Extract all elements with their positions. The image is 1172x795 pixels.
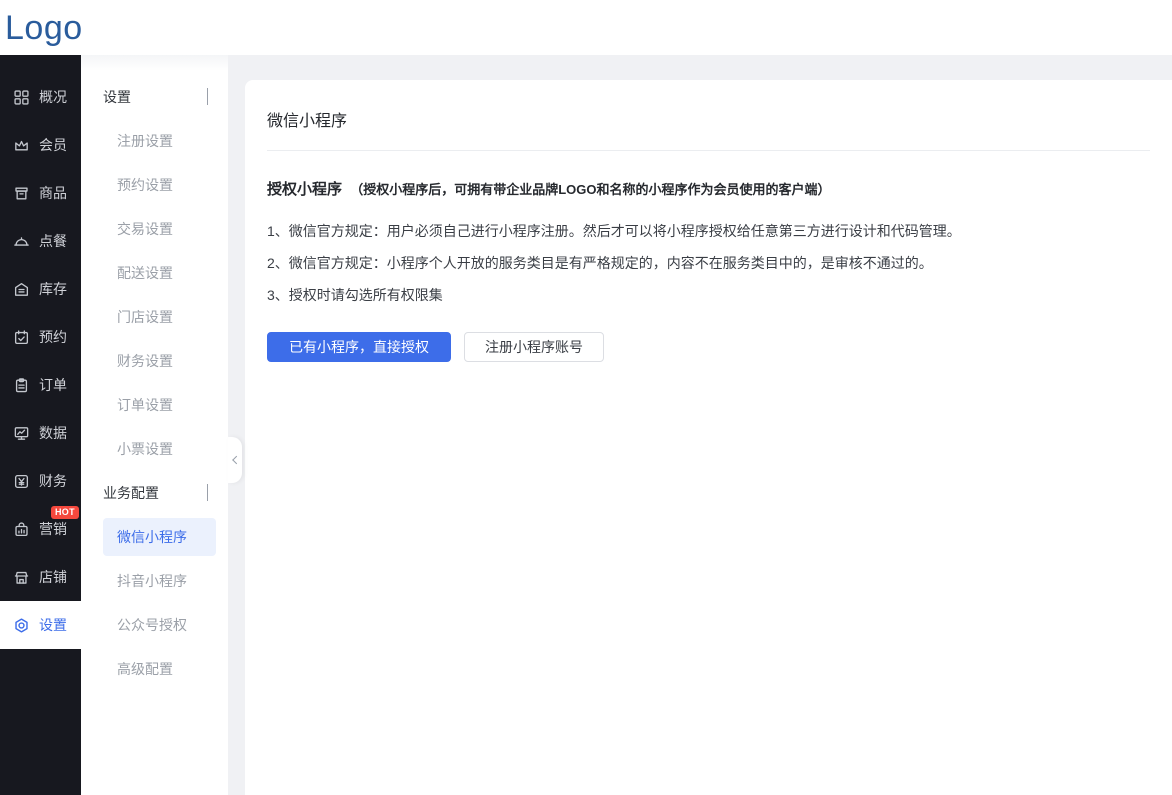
submenu-item-wechat-miniprogram[interactable]: 微信小程序 <box>103 518 216 556</box>
yen-square-icon <box>13 473 30 490</box>
chevron-left-icon <box>232 456 240 464</box>
section-heading-note: （授权小程序后，可拥有带企业品牌LOGO和名称的小程序作为会员使用的客户端） <box>350 182 830 197</box>
main-panel: 微信小程序 授权小程序 （授权小程序后，可拥有带企业品牌LOGO和名称的小程序作… <box>245 80 1172 795</box>
sidebar-item-reservation[interactable]: 预约 <box>0 313 81 361</box>
submenu-item-reservation-settings[interactable]: 预约设置 <box>81 163 228 207</box>
submenu-group-label: 设置 <box>103 87 131 107</box>
sidebar-item-label: 设置 <box>39 615 67 635</box>
title-divider <box>267 150 1150 151</box>
submenu-item-label: 微信小程序 <box>117 527 187 547</box>
bag-chart-icon <box>13 521 30 538</box>
section-heading: 授权小程序 （授权小程序后，可拥有带企业品牌LOGO和名称的小程序作为会员使用的… <box>267 178 1150 199</box>
calendar-check-icon <box>13 329 30 346</box>
submenu-item-label: 财务设置 <box>117 351 173 371</box>
submenu-item-finance-settings[interactable]: 财务设置 <box>81 339 228 383</box>
inventory-icon <box>13 281 30 298</box>
sidebar-item-members[interactable]: 会员 <box>0 121 81 169</box>
sidebar-item-label: 商品 <box>39 183 67 203</box>
submenu-item-label: 交易设置 <box>117 219 173 239</box>
sidebar-item-label: 点餐 <box>39 231 67 251</box>
monitor-chart-icon <box>13 425 30 442</box>
sidebar-item-finance[interactable]: 财务 <box>0 457 81 505</box>
storefront-icon <box>13 569 30 586</box>
instruction-item: 1、微信官方规定：用户必须自己进行小程序注册。然后才可以将小程序授权给任意第三方… <box>267 221 1150 241</box>
sidebar-item-marketing[interactable]: 营销 HOT <box>0 505 81 553</box>
submenu-item-order-settings[interactable]: 订单设置 <box>81 383 228 427</box>
submenu-item-label: 配送设置 <box>117 263 173 283</box>
app-body: 概况 会员 商品 点餐 <box>0 55 1172 795</box>
submenu-item-label: 抖音小程序 <box>117 571 187 591</box>
grid-icon <box>13 89 30 106</box>
page-title: 微信小程序 <box>267 80 1150 131</box>
sidebar-item-ordering[interactable]: 点餐 <box>0 217 81 265</box>
submenu-item-label: 订单设置 <box>117 395 173 415</box>
hot-badge: HOT <box>51 506 79 519</box>
section-heading-text: 授权小程序 <box>267 181 342 198</box>
sidebar-item-label: 订单 <box>39 375 67 395</box>
submenu-item-label: 预约设置 <box>117 175 173 195</box>
submenu-item-douyin-miniprogram[interactable]: 抖音小程序 <box>81 559 228 603</box>
cloche-icon <box>13 233 30 250</box>
sidebar-item-data[interactable]: 数据 <box>0 409 81 457</box>
register-miniprogram-button[interactable]: 注册小程序账号 <box>464 332 604 362</box>
submenu-group-label: 业务配置 <box>103 483 159 503</box>
authorize-miniprogram-button[interactable]: 已有小程序，直接授权 <box>267 332 451 362</box>
primary-sidebar: 概况 会员 商品 点餐 <box>0 55 81 795</box>
secondary-sidebar: 设置 注册设置 预约设置 交易设置 配送设置 门店设置 财务设置 订单设置 小票… <box>81 55 228 795</box>
submenu-item-label: 门店设置 <box>117 307 173 327</box>
submenu-item-register-settings[interactable]: 注册设置 <box>81 119 228 163</box>
submenu-item-trade-settings[interactable]: 交易设置 <box>81 207 228 251</box>
submenu-item-label: 注册设置 <box>117 131 173 151</box>
sidebar-item-goods[interactable]: 商品 <box>0 169 81 217</box>
clipboard-icon <box>13 377 30 394</box>
sidebar-item-label: 财务 <box>39 471 67 491</box>
submenu-item-store-settings[interactable]: 门店设置 <box>81 295 228 339</box>
instruction-item: 2、微信官方规定：小程序个人开放的服务类目是有严格规定的，内容不在服务类目中的，… <box>267 253 1150 273</box>
sidebar-item-label: 预约 <box>39 327 67 347</box>
instruction-item: 3、授权时请勾选所有权限集 <box>267 285 1150 305</box>
sidebar-item-overview[interactable]: 概况 <box>0 73 81 121</box>
sidebar-item-label: 会员 <box>39 135 67 155</box>
sidebar-item-shop[interactable]: 店铺 <box>0 553 81 601</box>
goods-box-icon <box>13 185 30 202</box>
chevron-up-icon <box>207 89 208 105</box>
content-area: 微信小程序 授权小程序 （授权小程序后，可拥有带企业品牌LOGO和名称的小程序作… <box>228 55 1172 795</box>
crown-icon <box>13 137 30 154</box>
app-header: Logo <box>0 0 1172 55</box>
sidebar-item-settings[interactable]: 设置 <box>0 601 81 649</box>
submenu-item-label: 高级配置 <box>117 659 173 679</box>
instruction-list: 1、微信官方规定：用户必须自己进行小程序注册。然后才可以将小程序授权给任意第三方… <box>267 221 1150 305</box>
sidebar-item-label: 店铺 <box>39 567 67 587</box>
gear-icon <box>13 617 30 634</box>
submenu-item-label: 公众号授权 <box>117 615 187 635</box>
submenu-item-label: 小票设置 <box>117 439 173 459</box>
action-buttons: 已有小程序，直接授权 注册小程序账号 <box>267 332 1150 362</box>
submenu-item-delivery-settings[interactable]: 配送设置 <box>81 251 228 295</box>
logo[interactable]: Logo <box>0 11 83 45</box>
submenu-item-receipt-settings[interactable]: 小票设置 <box>81 427 228 471</box>
sidebar-item-label: 库存 <box>39 279 67 299</box>
sidebar-item-orders[interactable]: 订单 <box>0 361 81 409</box>
submenu-item-advanced-config[interactable]: 高级配置 <box>81 647 228 691</box>
submenu-item-official-account-auth[interactable]: 公众号授权 <box>81 603 228 647</box>
sidebar-item-inventory[interactable]: 库存 <box>0 265 81 313</box>
sidebar-item-label: 数据 <box>39 423 67 443</box>
page: Logo 概况 会员 商品 <box>0 0 1172 795</box>
submenu-group-business-config[interactable]: 业务配置 <box>81 471 228 515</box>
sidebar-item-label: 概况 <box>39 87 67 107</box>
sidebar-item-label: 营销 <box>39 519 67 539</box>
chevron-up-icon <box>207 485 208 501</box>
submenu-group-settings[interactable]: 设置 <box>81 75 228 119</box>
sidebar-collapse-handle[interactable] <box>228 437 242 483</box>
